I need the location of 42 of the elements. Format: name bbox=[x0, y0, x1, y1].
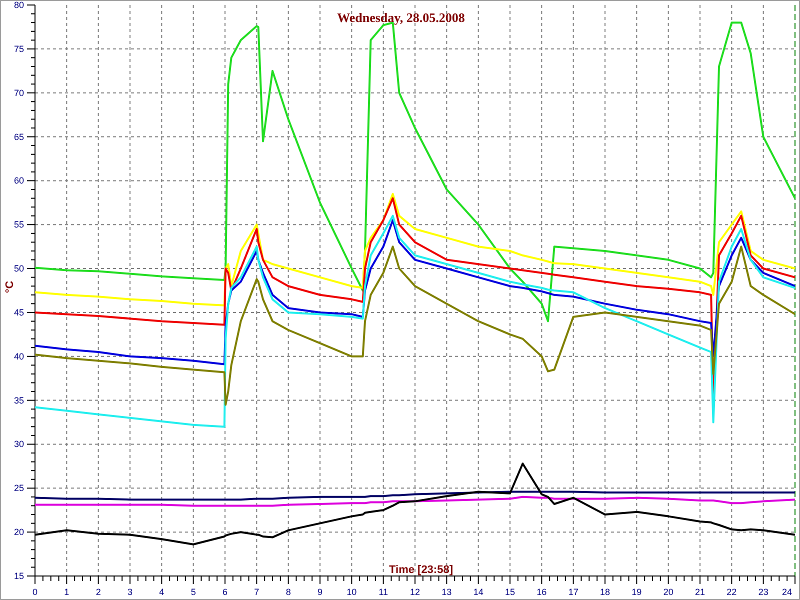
x-tick-label: 11 bbox=[378, 587, 388, 597]
x-tick-label: 7 bbox=[254, 587, 260, 597]
y-tick-label: 20 bbox=[14, 527, 24, 538]
x-tick-label: 3 bbox=[128, 587, 132, 597]
x-tick-label: 5 bbox=[190, 587, 196, 597]
x-tick-label: 6 bbox=[222, 587, 228, 597]
y-tick-label: 75 bbox=[14, 44, 24, 54]
y-tick-label: 60 bbox=[14, 176, 24, 186]
x-tick-label: 24 bbox=[782, 587, 792, 597]
x-tick-label: 2 bbox=[96, 587, 101, 597]
y-tick-label: 55 bbox=[14, 220, 24, 230]
x-tick-label: 0 bbox=[32, 587, 38, 597]
x-tick-label: 1 bbox=[64, 587, 70, 597]
x-tick-label: 9 bbox=[318, 587, 322, 597]
y-tick-label: 40 bbox=[14, 351, 24, 362]
y-tick-label: 65 bbox=[14, 132, 24, 142]
y-tick-label: 80 bbox=[14, 1, 24, 10]
y-tick-label: 50 bbox=[14, 264, 24, 274]
x-tick-label: 15 bbox=[505, 587, 515, 597]
x-tick-label: 4 bbox=[159, 587, 164, 597]
x-tick-label: 23 bbox=[758, 587, 768, 597]
y-axis-label: °C bbox=[4, 280, 16, 294]
x-tick-label: 13 bbox=[442, 587, 452, 597]
x-axis-label: Time [23:58] bbox=[389, 564, 453, 576]
x-tick-label: 21 bbox=[695, 587, 705, 597]
y-tick-label: 15 bbox=[14, 571, 24, 581]
y-tick-label: 25 bbox=[14, 483, 24, 494]
x-tick-label: 17 bbox=[568, 587, 578, 597]
x-tick-label: 19 bbox=[632, 587, 642, 597]
x-tick-label: 18 bbox=[600, 587, 610, 597]
x-tick-label: 14 bbox=[473, 587, 484, 597]
x-tick-label: 8 bbox=[286, 587, 291, 597]
x-tick-label: 10 bbox=[346, 587, 357, 597]
y-tick-label: 35 bbox=[14, 395, 24, 406]
y-tick-label: 30 bbox=[14, 439, 24, 450]
x-tick-label: 22 bbox=[726, 587, 737, 597]
y-tick-label: 45 bbox=[14, 307, 24, 318]
y-tick-label: 70 bbox=[14, 88, 24, 98]
chart-title: Wednesday, 28.05.2008 bbox=[337, 10, 465, 25]
x-tick-label: 12 bbox=[410, 587, 420, 597]
x-tick-label: 20 bbox=[663, 587, 674, 597]
x-tick-label: 16 bbox=[536, 587, 547, 597]
